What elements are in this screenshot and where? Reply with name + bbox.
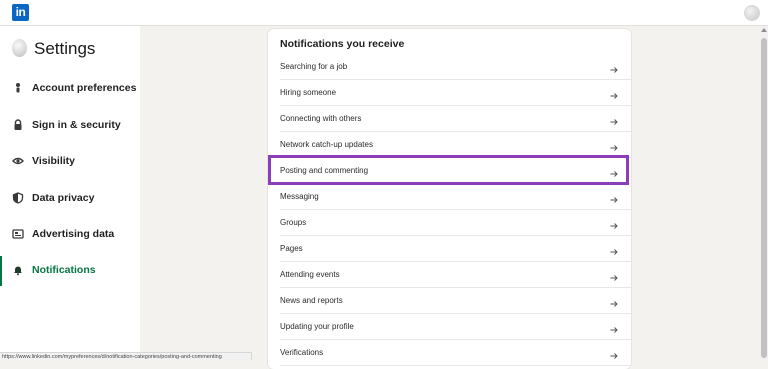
notification-category-row[interactable]: Posting and commenting [268, 158, 631, 184]
sidebar-item-label: Advertising data [32, 228, 115, 240]
sidebar-item-label: Account preferences [32, 82, 137, 94]
bell-icon [12, 264, 24, 276]
sidebar-item-notifications[interactable]: Notifications [0, 256, 140, 286]
eye-icon [12, 155, 24, 167]
notification-category-label: Network catch-up updates [280, 140, 373, 149]
notification-category-label: News and reports [280, 296, 343, 305]
sidebar-item-advertising-data[interactable]: Advertising data [0, 222, 140, 248]
active-indicator [0, 256, 2, 286]
sidebar-item-data-privacy[interactable]: Data privacy [0, 186, 140, 212]
top-bar: in [0, 0, 768, 26]
notification-category-row[interactable]: Groups [268, 210, 631, 236]
notification-category-label: Attending events [280, 270, 340, 279]
arrow-right-icon [609, 270, 619, 281]
arrow-right-icon [609, 88, 619, 99]
shield-icon [12, 192, 24, 204]
notification-category-label: Searching for a job [280, 62, 348, 71]
notification-category-label: Hiring someone [280, 88, 337, 97]
arrow-right-icon [609, 192, 619, 203]
notification-category-label: Updating your profile [280, 322, 354, 331]
notification-category-row[interactable]: Updating your profile [268, 314, 631, 340]
person-icon [12, 82, 24, 94]
arrow-right-icon [609, 244, 619, 255]
notification-category-row[interactable]: News and reports [268, 288, 631, 314]
notifications-panel: Notifications you receive Searching for … [268, 29, 631, 369]
sidebar-item-account-preferences[interactable]: Account preferences [0, 76, 140, 102]
scroll-thumb[interactable] [761, 38, 767, 358]
notification-category-label: Verifications [280, 348, 324, 357]
arrow-right-icon [609, 322, 619, 333]
sidebar-item-label: Notifications [32, 264, 96, 276]
linkedin-logo[interactable]: in [12, 4, 29, 21]
sidebar-item-label: Sign in & security [32, 119, 121, 131]
notification-category-row[interactable]: Pages [268, 236, 631, 262]
sidebar-item-label: Data privacy [32, 192, 95, 204]
arrow-right-icon [609, 218, 619, 229]
notification-category-row[interactable]: Verifications [268, 340, 631, 366]
scroll-up-arrow-icon[interactable] [761, 28, 767, 32]
arrow-right-icon [609, 114, 619, 125]
notification-category-row[interactable]: Attending events [268, 262, 631, 288]
page-title: Settings [34, 39, 96, 58]
arrow-right-icon [609, 296, 619, 307]
arrow-right-icon [609, 166, 619, 177]
section-title: Notifications you receive [280, 38, 405, 50]
notification-category-row[interactable]: Searching for a job [268, 54, 631, 80]
avatar [12, 39, 27, 57]
settings-sidebar: Settings Account preferences Sign in & s… [0, 26, 140, 360]
arrow-right-icon [609, 140, 619, 151]
arrow-right-icon [609, 348, 619, 359]
status-url: https://www.linkedin.com/mypreferences/d… [0, 352, 252, 360]
notification-category-label: Pages [280, 244, 303, 253]
profile-avatar[interactable] [744, 5, 760, 21]
sidebar-item-sign-in-security[interactable]: Sign in & security [0, 113, 140, 139]
lock-icon [12, 119, 24, 131]
notification-category-label: Groups [280, 218, 307, 227]
sidebar-item-visibility[interactable]: Visibility [0, 149, 140, 175]
notification-category-row[interactable]: Hiring someone [268, 80, 631, 106]
notification-category-row[interactable]: Connecting with others [268, 106, 631, 132]
notification-category-label: Connecting with others [280, 114, 362, 123]
notification-category-label: Posting and commenting [280, 166, 369, 175]
arrow-right-icon [609, 62, 619, 73]
notification-category-label: Messaging [280, 192, 319, 201]
sidebar-item-label: Visibility [32, 155, 75, 167]
scrollbar[interactable] [760, 26, 768, 360]
notification-category-row[interactable]: Messaging [268, 184, 631, 210]
newspaper-icon [12, 228, 24, 240]
notification-category-row[interactable]: Network catch-up updates [268, 132, 631, 158]
row-divider [280, 365, 631, 366]
